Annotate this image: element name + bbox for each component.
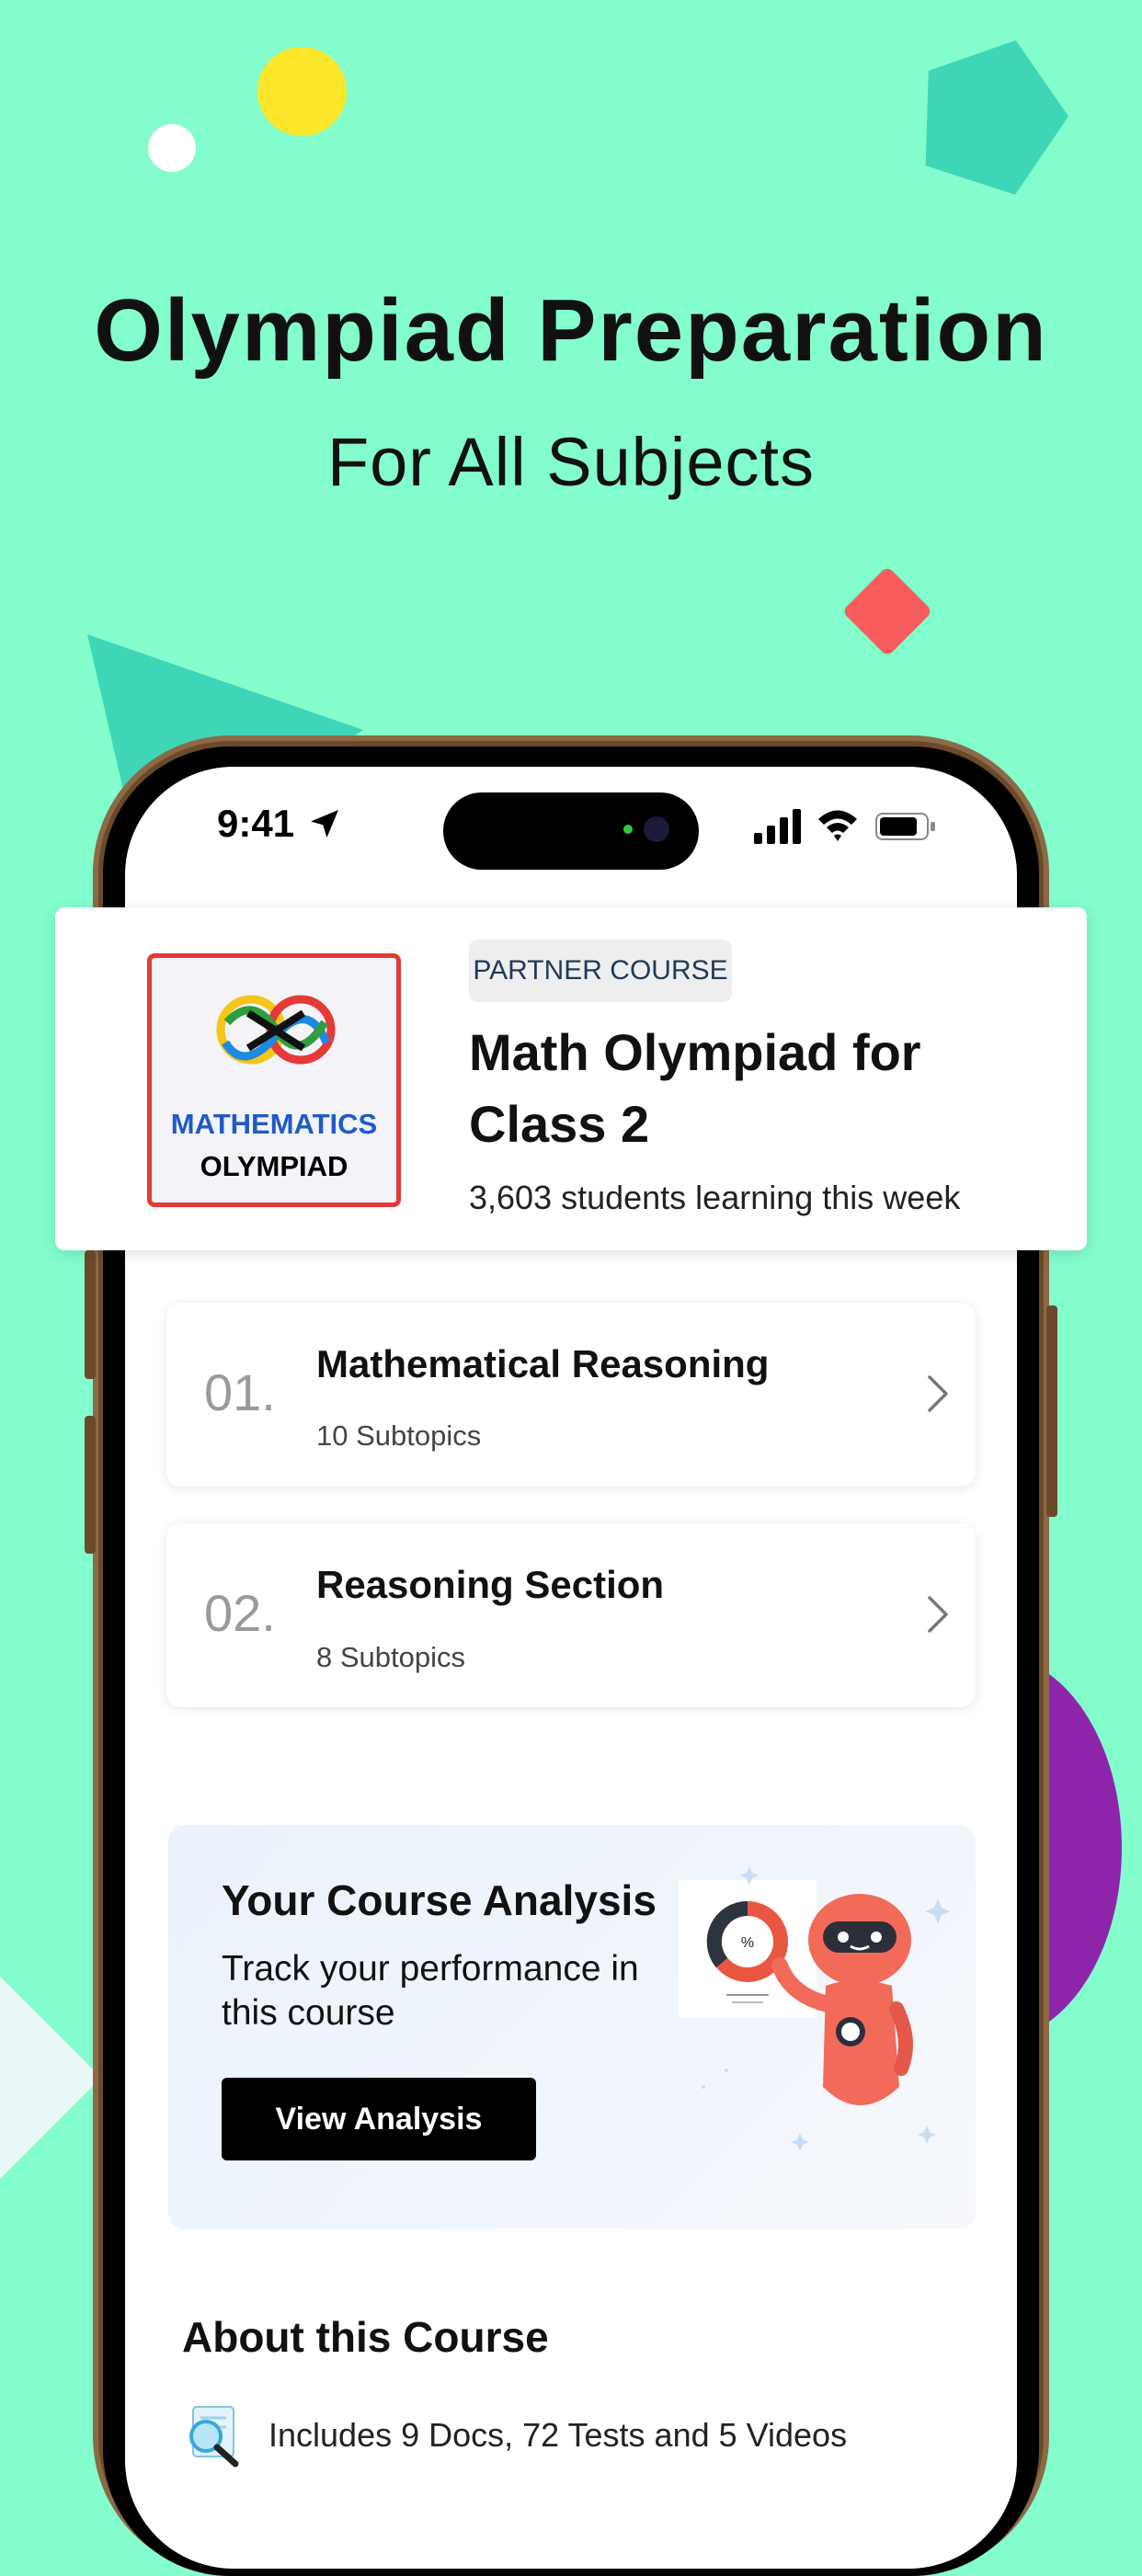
about-course-title: About this Course bbox=[182, 2313, 549, 2361]
volume-button bbox=[85, 1250, 96, 1379]
topic-title: Mathematical Reasoning bbox=[316, 1342, 770, 1385]
decor-pentagon bbox=[900, 17, 1086, 203]
chevron-right-icon[interactable] bbox=[924, 1373, 952, 1414]
battery-icon bbox=[875, 813, 935, 840]
document-search-icon bbox=[189, 2406, 239, 2468]
topic-card[interactable] bbox=[166, 1523, 976, 1707]
status-time: 9:41 bbox=[217, 802, 295, 845]
robot-analysis-illustration: % bbox=[679, 1866, 951, 2151]
decor-light-triangle bbox=[0, 1977, 101, 2179]
students-count: 3,603 students learning this week bbox=[469, 1179, 961, 1216]
topic-subtopics: 10 Subtopics bbox=[316, 1419, 482, 1452]
logo-text-mathematics: MATHEMATICS bbox=[170, 1108, 378, 1140]
chevron-right-icon[interactable] bbox=[924, 1594, 952, 1635]
promo-subline: For All Subjects bbox=[326, 424, 816, 500]
signal-icon bbox=[754, 809, 801, 844]
topic-number: 01. bbox=[204, 1363, 276, 1421]
analysis-description: Track your performance in this course bbox=[222, 1949, 639, 2033]
course-includes-text: Includes 9 Docs, 72 Tests and 5 Videos bbox=[268, 2416, 848, 2454]
decor-diamond bbox=[841, 565, 933, 657]
wifi-icon bbox=[818, 810, 857, 841]
front-camera-icon bbox=[644, 816, 669, 842]
view-analysis-button[interactable]: View Analysis bbox=[222, 2078, 536, 2160]
course-title: Math Olympiad for Class 2 bbox=[469, 1023, 921, 1153]
topic-number: 02. bbox=[204, 1584, 276, 1642]
power-button bbox=[1046, 1305, 1057, 1517]
promo-headline: Olympiad Preparation bbox=[94, 281, 1048, 380]
location-arrow-icon bbox=[311, 810, 338, 838]
camera-indicator-icon bbox=[623, 825, 633, 834]
topic-card[interactable] bbox=[166, 1303, 976, 1487]
decor-white-circle bbox=[148, 124, 196, 172]
analysis-title: Your Course Analysis bbox=[222, 1876, 657, 1924]
volume-button bbox=[85, 1416, 96, 1554]
topic-title: Reasoning Section bbox=[316, 1563, 665, 1606]
logo-text-olympiad: OLYMPIAD bbox=[200, 1150, 348, 1182]
chart-percent-symbol: % bbox=[741, 1935, 754, 1951]
partner-course-badge: PARTNER COURSE bbox=[469, 940, 732, 1002]
decor-yellow-circle bbox=[257, 47, 347, 136]
topic-subtopics: 8 Subtopics bbox=[316, 1641, 465, 1673]
olympiad-rings-icon bbox=[216, 995, 336, 1065]
